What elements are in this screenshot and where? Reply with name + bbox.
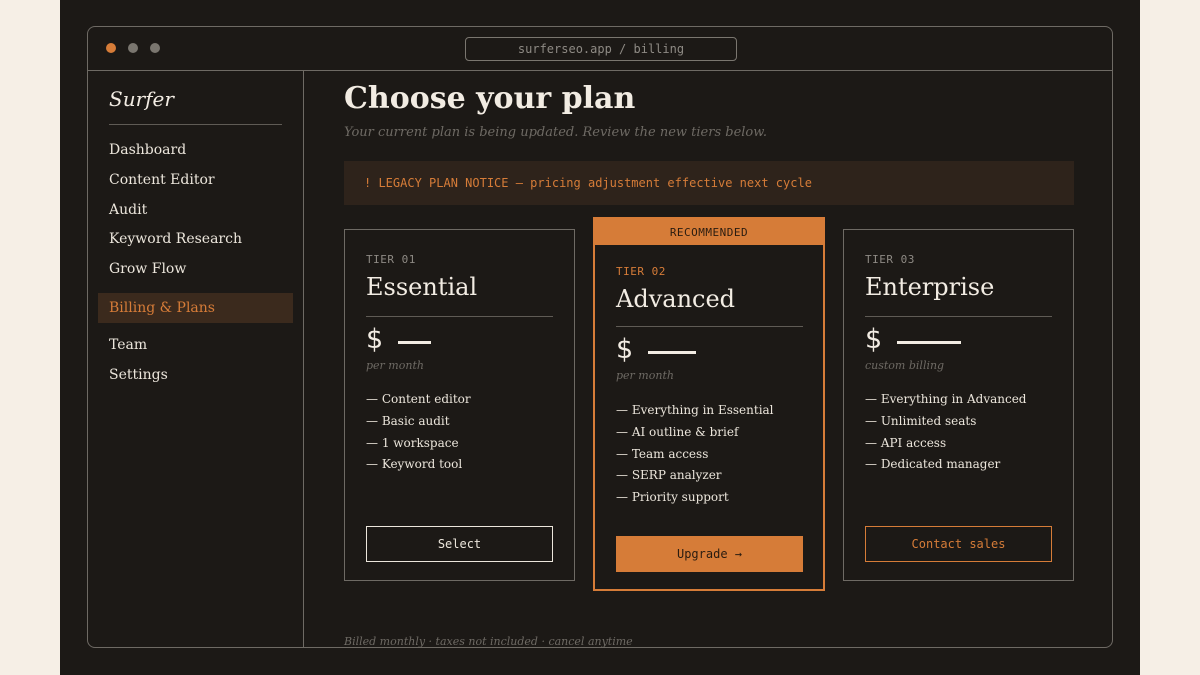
feature-item: — Unlimited seats	[865, 414, 977, 428]
legacy-plan-notice: ! LEGACY PLAN NOTICE — pricing adjustmen…	[344, 161, 1074, 205]
recommended-badge: RECOMMENDED	[595, 219, 823, 245]
sidebar-item-grow-flow[interactable]: Grow Flow	[98, 254, 293, 284]
page-subtitle: Your current plan is being updated. Revi…	[344, 125, 767, 140]
price-currency: $	[616, 334, 634, 365]
feature-item: — SERP analyzer	[616, 468, 722, 482]
sidebar-item-audit[interactable]: Audit	[98, 195, 293, 225]
tier-label: TIER 03	[865, 253, 915, 266]
feature-item: — Keyword tool	[366, 457, 463, 471]
card-divider	[865, 316, 1052, 317]
price-value	[398, 341, 431, 344]
sidebar-item-settings[interactable]: Settings	[98, 360, 293, 390]
feature-item: — Everything in Advanced	[865, 392, 1027, 406]
minimize-window-dot[interactable]	[128, 43, 138, 53]
feature-item: — Everything in Essential	[616, 403, 774, 417]
brand-logo[interactable]: Surfer	[109, 87, 174, 111]
page-title: Choose your plan	[344, 81, 636, 116]
upgrade-advanced-button[interactable]: Upgrade →	[616, 536, 803, 572]
price-value	[897, 341, 961, 344]
maximize-window-dot[interactable]	[150, 43, 160, 53]
sidebar-item-keyword-research[interactable]: Keyword Research	[98, 224, 293, 254]
billing-period: per month	[616, 369, 674, 382]
sidebar-divider	[109, 124, 282, 125]
plan-card-essential: TIER 01 Essential $ per month — Content …	[344, 229, 575, 581]
main-content: Choose your plan Your current plan is be…	[305, 71, 1113, 648]
tier-label: TIER 02	[616, 265, 666, 278]
feature-item: — Dedicated manager	[865, 457, 1001, 471]
app-stage: surferseo.app / billing Surfer Dashboard…	[60, 0, 1140, 675]
feature-item: — API access	[865, 436, 947, 450]
title-bar: surferseo.app / billing	[88, 27, 1112, 71]
feature-item: — Team access	[616, 447, 709, 461]
contact-sales-button[interactable]: Contact sales	[865, 526, 1052, 562]
plan-name: Essential	[366, 273, 478, 301]
price-value	[648, 351, 696, 354]
plan-name: Enterprise	[865, 273, 995, 301]
plan-name: Advanced	[616, 285, 736, 313]
feature-item: — Priority support	[616, 490, 729, 504]
plan-card-enterprise: TIER 03 Enterprise $ custom billing — Ev…	[843, 229, 1074, 581]
sidebar: Surfer Dashboard Content Editor Audit Ke…	[88, 71, 304, 648]
feature-item: — AI outline & brief	[616, 425, 739, 439]
sidebar-item-team[interactable]: Team	[98, 330, 293, 360]
billing-period: custom billing	[865, 359, 945, 372]
card-divider	[616, 326, 803, 327]
feature-item: — Content editor	[366, 392, 471, 406]
close-window-dot[interactable]	[106, 43, 116, 53]
feature-item: — 1 workspace	[366, 436, 459, 450]
sidebar-item-billing-plans[interactable]: Billing & Plans	[98, 293, 293, 323]
sidebar-item-content-editor[interactable]: Content Editor	[98, 165, 293, 195]
sidebar-item-dashboard[interactable]: Dashboard	[98, 135, 293, 165]
feature-item: — Basic audit	[366, 414, 450, 428]
address-bar[interactable]: surferseo.app / billing	[465, 37, 737, 61]
plan-card-advanced: RECOMMENDED TIER 02 Advanced $ per month…	[593, 217, 825, 591]
card-divider	[366, 316, 553, 317]
price-currency: $	[366, 324, 384, 355]
billing-period: per month	[366, 359, 424, 372]
billing-footnote: Billed monthly · taxes not included · ca…	[344, 635, 633, 648]
select-essential-button[interactable]: Select	[366, 526, 553, 562]
browser-window: surferseo.app / billing Surfer Dashboard…	[87, 26, 1113, 648]
tier-label: TIER 01	[366, 253, 416, 266]
price-currency: $	[865, 324, 883, 355]
